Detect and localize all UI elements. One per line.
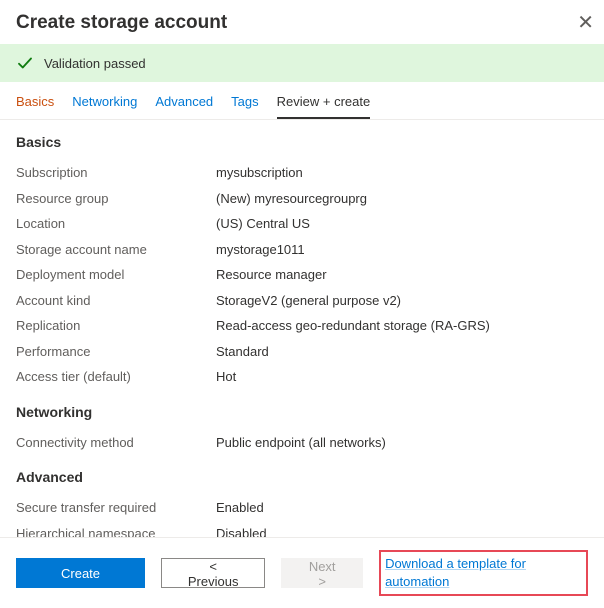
check-icon [16,54,34,72]
row-value: (US) Central US [216,214,310,234]
create-button[interactable]: Create [16,558,145,588]
row-label: Resource group [16,189,216,209]
validation-text: Validation passed [44,56,146,71]
table-row: Account kindStorageV2 (general purpose v… [16,288,588,314]
section-advanced-title: Advanced [16,469,588,485]
tab-networking[interactable]: Networking [72,94,137,119]
review-body: Basics Subscriptionmysubscription Resour… [0,120,604,537]
tab-advanced[interactable]: Advanced [155,94,213,119]
table-row: Secure transfer requiredEnabled [16,495,588,521]
table-row: ReplicationRead-access geo-redundant sto… [16,313,588,339]
table-row: PerformanceStandard [16,339,588,365]
row-value: Hot [216,367,236,387]
table-row: Deployment modelResource manager [16,262,588,288]
validation-banner: Validation passed [0,44,604,82]
row-label: Performance [16,342,216,362]
row-label: Location [16,214,216,234]
table-row: Access tier (default)Hot [16,364,588,390]
row-value: Disabled [216,524,267,538]
tab-review-create[interactable]: Review + create [277,94,371,119]
table-row: Resource group(New) myresourcegrouprg [16,186,588,212]
row-value: Enabled [216,498,264,518]
row-value: mysubscription [216,163,303,183]
page-title: Create storage account [16,12,227,34]
row-value: Resource manager [216,265,327,285]
row-label: Secure transfer required [16,498,216,518]
row-value: Read-access geo-redundant storage (RA-GR… [216,316,490,336]
footer: Create < Previous Next > Download a temp… [0,537,604,608]
tab-basics[interactable]: Basics [16,94,54,119]
next-button: Next > [281,558,363,588]
tab-bar: Basics Networking Advanced Tags Review +… [0,82,604,120]
row-value: Standard [216,342,269,362]
section-basics-title: Basics [16,134,588,150]
row-label: Account kind [16,291,216,311]
table-row: Connectivity methodPublic endpoint (all … [16,430,588,456]
tab-tags[interactable]: Tags [231,94,258,119]
row-value: (New) myresourcegrouprg [216,189,367,209]
row-label: Access tier (default) [16,367,216,387]
close-icon[interactable]: ✕ [577,13,594,33]
download-template-highlight: Download a template for automation [379,550,588,596]
row-label: Hierarchical namespace [16,524,216,538]
table-row: Hierarchical namespaceDisabled [16,521,588,538]
table-row: Location(US) Central US [16,211,588,237]
section-networking-title: Networking [16,404,588,420]
row-label: Connectivity method [16,433,216,453]
table-row: Storage account namemystorage1011 [16,237,588,263]
previous-button[interactable]: < Previous [161,558,265,588]
row-value: Public endpoint (all networks) [216,433,386,453]
table-row: Subscriptionmysubscription [16,160,588,186]
row-label: Deployment model [16,265,216,285]
row-label: Subscription [16,163,216,183]
row-value: mystorage1011 [216,240,305,260]
download-template-link[interactable]: Download a template for automation [385,556,526,589]
row-value: StorageV2 (general purpose v2) [216,291,401,311]
row-label: Replication [16,316,216,336]
row-label: Storage account name [16,240,216,260]
